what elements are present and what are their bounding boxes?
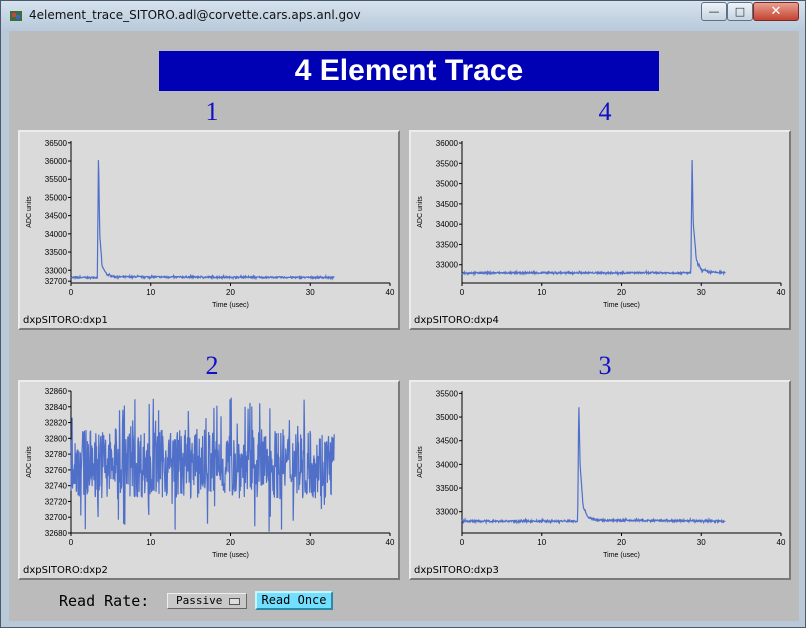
- pv-label-2: dxpSITORO:dxp2: [23, 565, 108, 576]
- y-tick-label: 34500: [436, 437, 459, 446]
- maximize-button[interactable]: □: [727, 2, 753, 21]
- client-area: 4 Element Trace 1 4 2 3 32700 33000 33500 3…: [9, 31, 799, 621]
- x-axis-label: Time (usec): [212, 552, 249, 559]
- y-axis-label: ADC units: [417, 196, 424, 228]
- x-axis-label: Time (usec): [603, 552, 640, 559]
- x-tick-label: 10: [537, 288, 546, 297]
- y-tick-label: 34000: [436, 460, 459, 469]
- y-tick-label: 34000: [45, 230, 68, 239]
- x-tick-label: 40: [777, 288, 786, 297]
- x-tick-label: 10: [537, 538, 546, 547]
- pv-label-3: dxpSITORO:dxp3: [414, 565, 499, 576]
- x-tick-label: 20: [617, 538, 626, 547]
- y-tick-label: 32840: [45, 403, 68, 412]
- element-label-1: 1: [205, 97, 219, 126]
- app-icon: [10, 11, 22, 21]
- y-tick-label: 35000: [436, 180, 459, 189]
- trace-chart-3: 33000 33500 34000 34500 35000 35500 0 10 20 30 40 T…: [417, 389, 786, 559]
- x-tick-label: 20: [226, 288, 235, 297]
- y-tick-label: 35500: [436, 159, 459, 168]
- element-label-4: 4: [598, 97, 612, 126]
- window-title: 4element_trace_SITORO.adl@corvette.cars.…: [29, 8, 361, 22]
- x-tick-label: 40: [777, 538, 786, 547]
- y-tick-label: 33000: [45, 266, 68, 275]
- trace-line: [70, 397, 335, 532]
- y-tick-label: 34500: [436, 200, 459, 209]
- y-tick-label: 32720: [45, 497, 68, 506]
- y-tick-label: 33500: [45, 248, 68, 257]
- y-tick-label: 34500: [45, 212, 68, 221]
- y-axis-label: ADC units: [26, 196, 33, 228]
- read-rate-select[interactable]: Passive: [167, 593, 247, 609]
- trace-panel-3: 33000 33500 34000 34500 35000 35500 0 10 20 30 40 T…: [409, 380, 791, 580]
- y-tick-label: 32860: [45, 387, 68, 396]
- pv-label-1: dxpSITORO:dxp1: [23, 315, 108, 326]
- read-once-button[interactable]: Read Once: [255, 591, 333, 610]
- x-tick-label: 10: [146, 288, 155, 297]
- trace-panel-1: 32700 33000 33500 34000 34500 35000 35500 36000…: [18, 130, 400, 330]
- y-axis-label: ADC units: [417, 446, 424, 478]
- y-tick-label: 32680: [45, 529, 68, 538]
- x-tick-label: 40: [386, 538, 395, 547]
- dropdown-icon: [229, 598, 240, 605]
- x-tick-label: 20: [226, 538, 235, 547]
- y-tick-label: 35000: [45, 193, 68, 202]
- y-tick-label: 32740: [45, 482, 68, 491]
- x-tick-label: 30: [697, 538, 706, 547]
- y-tick-label: 33500: [436, 484, 459, 493]
- x-tick-label: 30: [306, 288, 315, 297]
- trace-chart-1: 32700 33000 33500 34000 34500 35000 35500 36000…: [26, 139, 395, 309]
- y-tick-label: 35500: [45, 175, 68, 184]
- x-axis-label: Time (usec): [212, 302, 249, 309]
- x-tick-label: 0: [69, 538, 74, 547]
- x-tick-label: 20: [617, 288, 626, 297]
- control-bar: Read Rate: Passive Read Once: [9, 586, 799, 616]
- x-tick-label: 0: [69, 288, 74, 297]
- y-tick-label: 36500: [45, 139, 68, 148]
- x-tick-label: 10: [146, 538, 155, 547]
- trace-chart-2: 32680 32700 32720 32740 32760 32780 32800 32820…: [26, 387, 395, 559]
- trace-line: [461, 159, 726, 277]
- trace-line: [70, 160, 335, 281]
- y-axis-label: ADC units: [26, 446, 33, 478]
- y-tick-label: 32780: [45, 450, 68, 459]
- trace-line: [461, 407, 726, 525]
- element-label-3: 3: [598, 351, 612, 380]
- y-tick-label: 32820: [45, 419, 68, 428]
- x-tick-label: 0: [460, 288, 465, 297]
- y-tick-label: 34000: [436, 220, 459, 229]
- x-tick-label: 30: [306, 538, 315, 547]
- close-button[interactable]: ✕: [753, 2, 799, 21]
- y-tick-label: 33500: [436, 240, 459, 249]
- y-tick-label: 32700: [45, 277, 68, 286]
- y-tick-label: 32760: [45, 466, 68, 475]
- element-label-2: 2: [205, 351, 219, 380]
- y-tick-label: 35000: [436, 413, 459, 422]
- page-title: 4 Element Trace: [159, 51, 659, 91]
- trace-panel-4: 33000 33500 34000 34500 35000 35500 36000 0 10 20…: [409, 130, 791, 330]
- x-tick-label: 30: [697, 288, 706, 297]
- x-axis-label: Time (usec): [603, 302, 640, 309]
- read-rate-value: Passive: [176, 594, 223, 607]
- pv-label-4: dxpSITORO:dxp4: [414, 315, 499, 326]
- trace-chart-4: 33000 33500 34000 34500 35000 35500 36000 0 10 20…: [417, 139, 786, 309]
- read-rate-label: Read Rate:: [59, 592, 150, 610]
- application-window: 4element_trace_SITORO.adl@corvette.cars.…: [0, 0, 806, 628]
- minimize-button[interactable]: —: [701, 2, 727, 21]
- y-tick-label: 36000: [436, 139, 459, 148]
- title-bar[interactable]: 4element_trace_SITORO.adl@corvette.cars.…: [1, 1, 805, 31]
- y-tick-label: 32800: [45, 434, 68, 443]
- y-tick-label: 33000: [436, 261, 459, 270]
- y-tick-label: 33000: [436, 508, 459, 517]
- y-tick-label: 32700: [45, 513, 68, 522]
- y-tick-label: 36000: [45, 157, 68, 166]
- x-tick-label: 0: [460, 538, 465, 547]
- trace-panel-2: 32680 32700 32720 32740 32760 32780 32800 32820…: [18, 380, 400, 580]
- x-tick-label: 40: [386, 288, 395, 297]
- y-tick-label: 35500: [436, 389, 459, 398]
